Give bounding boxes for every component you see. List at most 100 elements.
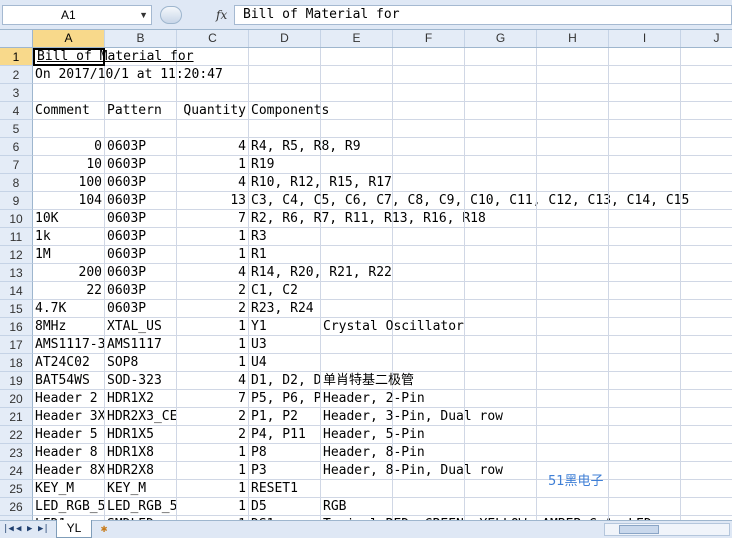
cell-j5[interactable] bbox=[681, 120, 732, 138]
cell-j19[interactable] bbox=[681, 372, 732, 390]
cell-e5[interactable] bbox=[321, 120, 393, 138]
cell-g19[interactable] bbox=[465, 372, 537, 390]
cell-b4[interactable]: Pattern bbox=[105, 102, 177, 120]
cell-e10[interactable] bbox=[321, 210, 393, 228]
row-header[interactable]: 1 bbox=[0, 48, 33, 66]
cell-i16[interactable] bbox=[609, 318, 681, 336]
cell-d1[interactable] bbox=[249, 48, 321, 66]
cell-g25[interactable] bbox=[465, 480, 537, 498]
prev-sheet-icon[interactable]: ◀ bbox=[16, 524, 21, 534]
cell-i11[interactable] bbox=[609, 228, 681, 246]
cell-h1[interactable] bbox=[537, 48, 609, 66]
cell-c15[interactable]: 2 bbox=[177, 300, 249, 318]
cell-f18[interactable] bbox=[393, 354, 465, 372]
cell-e25[interactable] bbox=[321, 480, 393, 498]
cell-i19[interactable] bbox=[609, 372, 681, 390]
cell-c6[interactable]: 4 bbox=[177, 138, 249, 156]
cell-j23[interactable] bbox=[681, 444, 732, 462]
row-header[interactable]: 18 bbox=[0, 354, 33, 372]
cell-j8[interactable] bbox=[681, 174, 732, 192]
cell-d21[interactable]: P1, P2 bbox=[249, 408, 321, 426]
cell-i3[interactable] bbox=[609, 84, 681, 102]
cell-j1[interactable] bbox=[681, 48, 732, 66]
cell-f7[interactable] bbox=[393, 156, 465, 174]
row-header[interactable]: 15 bbox=[0, 300, 33, 318]
cell-d10[interactable]: R2, R6, R7, R11, R13, R16, R18 bbox=[249, 210, 486, 228]
cell-i5[interactable] bbox=[609, 120, 681, 138]
cell-g2[interactable] bbox=[465, 66, 537, 84]
cell-c16[interactable]: 1 bbox=[177, 318, 249, 336]
first-sheet-icon[interactable]: |◀ bbox=[3, 524, 14, 534]
cell-d9[interactable]: C3, C4, C5, C6, C7, C8, C9, C10, C11, C1… bbox=[249, 192, 689, 210]
column-header-f[interactable]: F bbox=[393, 30, 465, 47]
cell-a14[interactable]: 22 bbox=[33, 282, 105, 300]
cell-a9[interactable]: 104 bbox=[33, 192, 105, 210]
cell-e1[interactable] bbox=[321, 48, 393, 66]
cell-c7[interactable]: 1 bbox=[177, 156, 249, 174]
row-header[interactable]: 7 bbox=[0, 156, 33, 174]
cell-i22[interactable] bbox=[609, 426, 681, 444]
cell-i25[interactable] bbox=[609, 480, 681, 498]
cell-b3[interactable] bbox=[105, 84, 177, 102]
cell-f15[interactable] bbox=[393, 300, 465, 318]
cell-b15[interactable]: 0603P bbox=[105, 300, 177, 318]
cell-e11[interactable] bbox=[321, 228, 393, 246]
cell-d5[interactable] bbox=[249, 120, 321, 138]
column-header-a[interactable]: A bbox=[33, 30, 105, 47]
row-header[interactable]: 2 bbox=[0, 66, 33, 84]
cell-d23[interactable]: P8 bbox=[249, 444, 321, 462]
sheet-tab-yl[interactable]: YL bbox=[56, 520, 92, 538]
cell-c22[interactable]: 2 bbox=[177, 426, 249, 444]
cell-j15[interactable] bbox=[681, 300, 732, 318]
cell-b9[interactable]: 0603P bbox=[105, 192, 177, 210]
cell-f14[interactable] bbox=[393, 282, 465, 300]
cell-a6[interactable]: 0 bbox=[33, 138, 105, 156]
row-header[interactable]: 4 bbox=[0, 102, 33, 120]
cell-e3[interactable] bbox=[321, 84, 393, 102]
cell-a20[interactable]: Header 2 bbox=[33, 390, 105, 408]
cell-a10[interactable]: 10K bbox=[33, 210, 105, 228]
cell-h6[interactable] bbox=[537, 138, 609, 156]
cell-j2[interactable] bbox=[681, 66, 732, 84]
cell-c12[interactable]: 1 bbox=[177, 246, 249, 264]
cell-a5[interactable] bbox=[33, 120, 105, 138]
cell-g11[interactable] bbox=[465, 228, 537, 246]
cell-e23[interactable]: Header, 8-Pin bbox=[321, 444, 425, 462]
cell-f11[interactable] bbox=[393, 228, 465, 246]
cell-f21[interactable] bbox=[393, 408, 465, 426]
cell-d4[interactable]: Components bbox=[249, 102, 329, 120]
cell-e4[interactable] bbox=[321, 102, 393, 120]
cell-b26[interactable]: LED_RGB_5050 bbox=[105, 498, 177, 516]
cell-h5[interactable] bbox=[537, 120, 609, 138]
cell-f25[interactable] bbox=[393, 480, 465, 498]
cell-f6[interactable] bbox=[393, 138, 465, 156]
cell-c21[interactable]: 2 bbox=[177, 408, 249, 426]
cell-g14[interactable] bbox=[465, 282, 537, 300]
insert-sheet-icon[interactable]: ✱ bbox=[94, 522, 114, 537]
cell-f12[interactable] bbox=[393, 246, 465, 264]
cell-j7[interactable] bbox=[681, 156, 732, 174]
cell-e26[interactable]: RGB bbox=[321, 498, 393, 516]
cell-h9[interactable] bbox=[537, 192, 609, 210]
cell-j6[interactable] bbox=[681, 138, 732, 156]
function-icon[interactable]: fx bbox=[216, 8, 227, 22]
cell-e16[interactable]: Crystal Oscillator bbox=[321, 318, 464, 336]
cell-h20[interactable] bbox=[537, 390, 609, 408]
row-header[interactable]: 14 bbox=[0, 282, 33, 300]
column-header-b[interactable]: B bbox=[105, 30, 177, 47]
cell-f3[interactable] bbox=[393, 84, 465, 102]
cell-d17[interactable]: U3 bbox=[249, 336, 321, 354]
cell-d3[interactable] bbox=[249, 84, 321, 102]
cell-i24[interactable] bbox=[609, 462, 681, 480]
cell-i7[interactable] bbox=[609, 156, 681, 174]
cell-d19[interactable]: D1, D2, D bbox=[249, 372, 321, 390]
cell-g13[interactable] bbox=[465, 264, 537, 282]
cell-f24[interactable] bbox=[393, 462, 465, 480]
cell-c25[interactable]: 1 bbox=[177, 480, 249, 498]
column-header-h[interactable]: H bbox=[537, 30, 609, 47]
cell-b2[interactable] bbox=[105, 66, 177, 84]
cell-c11[interactable]: 1 bbox=[177, 228, 249, 246]
cell-f22[interactable] bbox=[393, 426, 465, 444]
cell-j16[interactable] bbox=[681, 318, 732, 336]
row-header[interactable]: 24 bbox=[0, 462, 33, 480]
